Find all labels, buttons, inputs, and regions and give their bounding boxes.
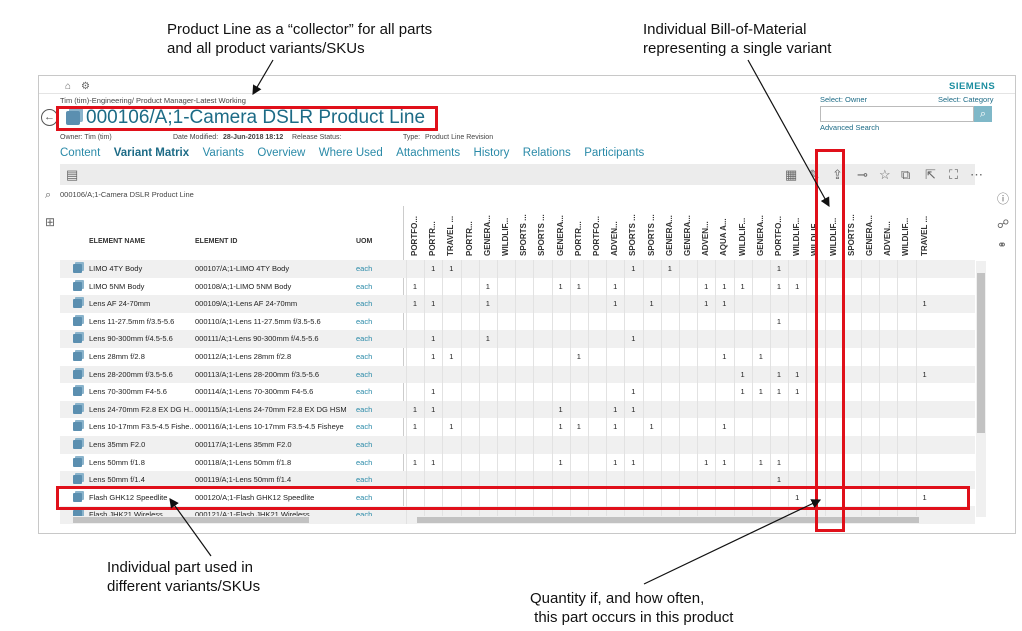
arrow-bom bbox=[747, 59, 830, 208]
arrow-product-line bbox=[252, 59, 274, 96]
arrow-part bbox=[169, 498, 212, 557]
arrow-quantity bbox=[643, 499, 822, 585]
annotation-arrows bbox=[169, 59, 830, 585]
